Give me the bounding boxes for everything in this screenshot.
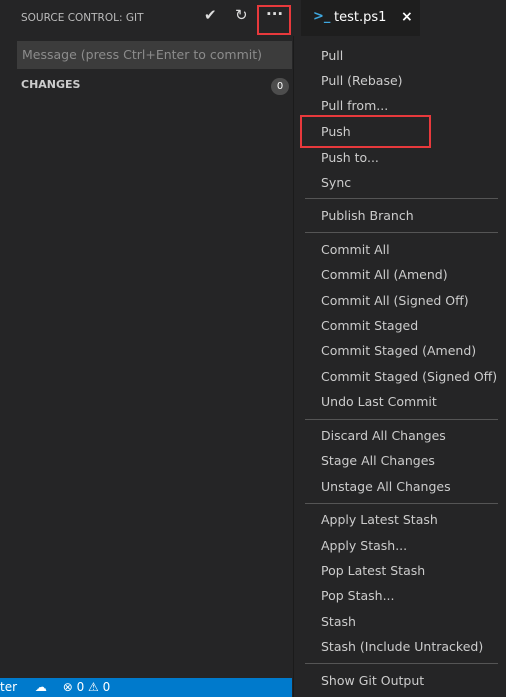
menu-item-sync[interactable]: Sync [321, 175, 351, 190]
highlight-box-more [257, 5, 291, 35]
changes-count-badge: 0 [271, 78, 289, 95]
cloud-upload-icon[interactable]: ☁ [35, 680, 47, 694]
menu-item-pop-latest-stash[interactable]: Pop Latest Stash [321, 563, 425, 578]
panel-title: SOURCE CONTROL: GIT [21, 12, 144, 24]
menu-separator [305, 198, 498, 199]
commit-check-icon[interactable]: ✔ [204, 6, 217, 24]
menu-item-undo-last-commit[interactable]: Undo Last Commit [321, 394, 437, 409]
warning-icon[interactable]: ⚠ [88, 680, 99, 694]
menu-item-commit-all-signed-off[interactable]: Commit All (Signed Off) [321, 293, 469, 308]
close-icon[interactable]: × [401, 9, 413, 25]
menu-item-apply-latest-stash[interactable]: Apply Latest Stash [321, 512, 438, 527]
menu-item-pop-stash[interactable]: Pop Stash... [321, 588, 395, 603]
source-control-panel: SOURCE CONTROL: GIT ✔ ↻ ··· Message (pre… [0, 0, 292, 697]
menu-item-commit-staged[interactable]: Commit Staged [321, 318, 418, 333]
menu-item-commit-staged-signed-off[interactable]: Commit Staged (Signed Off) [321, 369, 497, 384]
menu-separator [305, 503, 498, 504]
menu-item-push-to[interactable]: Push to... [321, 150, 379, 165]
branch-label[interactable]: ter [0, 680, 17, 694]
menu-item-pull-from[interactable]: Pull from... [321, 98, 388, 113]
changes-header[interactable]: CHANGES [21, 78, 80, 91]
menu-item-commit-staged-amend[interactable]: Commit Staged (Amend) [321, 343, 476, 358]
menu-item-stage-all-changes[interactable]: Stage All Changes [321, 453, 435, 468]
menu-separator [305, 232, 498, 233]
menu-item-discard-all-changes[interactable]: Discard All Changes [321, 428, 446, 443]
menu-item-publish-branch[interactable]: Publish Branch [321, 208, 414, 223]
menu-item-apply-stash[interactable]: Apply Stash... [321, 538, 407, 553]
error-icon[interactable]: ⊗ [63, 680, 73, 694]
menu-item-stash[interactable]: Stash [321, 614, 356, 629]
menu-separator [305, 663, 498, 664]
menu-item-commit-all-amend[interactable]: Commit All (Amend) [321, 267, 448, 282]
menu-item-stash-include-untracked[interactable]: Stash (Include Untracked) [321, 639, 483, 654]
status-bar: ter ☁ ⊗ 0 ⚠ 0 [0, 678, 292, 697]
menu-item-unstage-all-changes[interactable]: Unstage All Changes [321, 479, 451, 494]
commit-message-input[interactable]: Message (press Ctrl+Enter to commit) [17, 41, 292, 69]
tab-test-ps1[interactable]: >_ test.ps1 × [301, 0, 420, 36]
menu-separator [305, 419, 498, 420]
menu-item-show-git-output[interactable]: Show Git Output [321, 673, 424, 688]
tab-label: test.ps1 [334, 10, 387, 25]
menu-item-commit-all[interactable]: Commit All [321, 242, 390, 257]
menu-item-pull[interactable]: Pull [321, 48, 343, 63]
error-count[interactable]: 0 [77, 680, 85, 694]
powershell-icon: >_ [313, 9, 331, 24]
menu-item-pull-rebase[interactable]: Pull (Rebase) [321, 73, 403, 88]
refresh-icon[interactable]: ↻ [235, 6, 248, 24]
highlight-box-push [300, 115, 431, 148]
warning-count[interactable]: 0 [103, 680, 111, 694]
